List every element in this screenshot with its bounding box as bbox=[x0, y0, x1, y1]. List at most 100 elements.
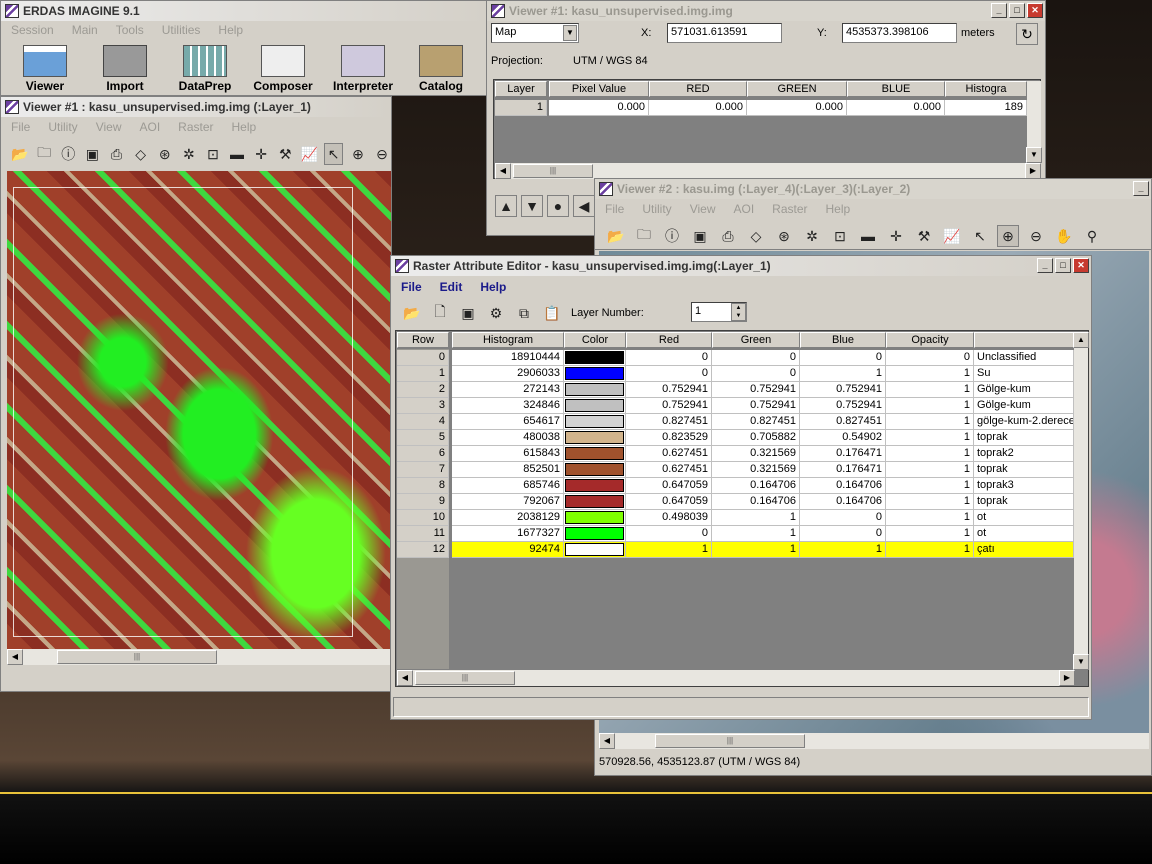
cell-color[interactable] bbox=[564, 446, 626, 462]
zoom-out-icon[interactable]: ⊖ bbox=[373, 143, 391, 165]
row-number[interactable]: 10 bbox=[397, 510, 449, 526]
cell-color[interactable] bbox=[564, 398, 626, 414]
cell-class-name[interactable]: toprak bbox=[974, 430, 1074, 446]
inquire-hscrollbar[interactable]: ◀ ||| ▶ bbox=[495, 163, 1041, 179]
color-swatch[interactable] bbox=[565, 463, 624, 476]
color-swatch[interactable] bbox=[565, 415, 624, 428]
v1-menu-utility[interactable]: Utility bbox=[48, 120, 77, 134]
cell-opacity[interactable]: 1 bbox=[886, 526, 974, 542]
scroll-thumb[interactable]: ||| bbox=[513, 164, 593, 178]
cell-histogram[interactable]: 324846 bbox=[452, 398, 564, 414]
row-number[interactable]: 8 bbox=[397, 478, 449, 494]
cell-class-name[interactable]: ot bbox=[974, 526, 1074, 542]
open-icon[interactable]: 📂 bbox=[605, 225, 627, 247]
cell-opacity[interactable]: 1 bbox=[886, 366, 974, 382]
cell-histogram[interactable]: 792067 bbox=[452, 494, 564, 510]
cell-red[interactable]: 1 bbox=[626, 542, 712, 558]
color-swatch[interactable] bbox=[565, 399, 624, 412]
cell-red[interactable]: 0.647059 bbox=[626, 478, 712, 494]
menu-main[interactable]: Main bbox=[72, 23, 98, 37]
import-button[interactable]: Import bbox=[89, 43, 161, 95]
cell-opacity[interactable]: 1 bbox=[886, 510, 974, 526]
v2-menu-file[interactable]: File bbox=[605, 202, 624, 216]
move-left-icon[interactable]: ◀ bbox=[573, 195, 595, 217]
color-swatch[interactable] bbox=[565, 351, 624, 364]
cell-green[interactable]: 0 bbox=[712, 350, 800, 366]
scroll-down-icon[interactable]: ▼ bbox=[1026, 147, 1042, 163]
cell-red[interactable]: 0.827451 bbox=[626, 414, 712, 430]
cell-green[interactable]: 0.164706 bbox=[712, 478, 800, 494]
cell-histogram[interactable]: 2906033 bbox=[452, 366, 564, 382]
cell-red[interactable]: 0.752941 bbox=[626, 398, 712, 414]
cell-red[interactable]: 0 bbox=[626, 366, 712, 382]
move-down-icon[interactable]: ▼ bbox=[521, 195, 543, 217]
cell-class-name[interactable]: Unclassified bbox=[974, 350, 1074, 366]
eraser-icon[interactable]: ◇ bbox=[132, 143, 150, 165]
cell-red[interactable]: 0 bbox=[626, 526, 712, 542]
open-icon[interactable]: 📂 bbox=[401, 302, 423, 324]
line-tool-icon[interactable]: ▬ bbox=[857, 225, 879, 247]
rae-close-button[interactable]: ✕ bbox=[1073, 258, 1089, 273]
color-swatch[interactable] bbox=[565, 431, 624, 444]
v1-menu-raster[interactable]: Raster bbox=[178, 120, 213, 134]
cell-opacity[interactable]: 0 bbox=[886, 350, 974, 366]
cell-blue[interactable]: 0 bbox=[800, 350, 886, 366]
inquire-close-button[interactable]: ✕ bbox=[1027, 3, 1043, 18]
cell-blue[interactable]: 0.752941 bbox=[800, 398, 886, 414]
cell-blue[interactable]: 0 bbox=[800, 510, 886, 526]
center-dot-icon[interactable]: ● bbox=[547, 195, 569, 217]
color-swatch[interactable] bbox=[565, 383, 624, 396]
scroll-thumb[interactable]: ||| bbox=[415, 671, 515, 685]
cell-green[interactable]: 0 bbox=[712, 366, 800, 382]
cell-red[interactable]: 0.627451 bbox=[626, 462, 712, 478]
cell-blue[interactable]: 1 bbox=[800, 366, 886, 382]
aoi-tool-icon[interactable]: ⊛ bbox=[156, 143, 174, 165]
cell-class-name[interactable]: toprak bbox=[974, 494, 1074, 510]
row-number[interactable]: 12 bbox=[397, 542, 449, 558]
viewer1-hscrollbar[interactable]: ◀ ||| bbox=[7, 649, 391, 665]
line-tool-icon[interactable]: ▬ bbox=[228, 143, 246, 165]
coord-type-select[interactable]: Map ▼ bbox=[491, 23, 579, 43]
cell-opacity[interactable]: 1 bbox=[886, 398, 974, 414]
crosshair-icon[interactable]: ✛ bbox=[252, 143, 270, 165]
print-icon[interactable]: ⎙ bbox=[717, 225, 739, 247]
cell-green[interactable]: 1 bbox=[712, 526, 800, 542]
hammer-icon[interactable]: ⚒ bbox=[276, 143, 294, 165]
composer-button[interactable]: Composer bbox=[247, 43, 319, 95]
viewer2-hscrollbar[interactable]: ◀ ||| bbox=[599, 733, 1149, 749]
rae-hscrollbar[interactable]: ◀ ||| ▶ bbox=[397, 670, 1075, 686]
print-icon[interactable]: ⎙ bbox=[107, 143, 125, 165]
catalog-button[interactable]: Catalog bbox=[405, 43, 477, 95]
v2-menu-help[interactable]: Help bbox=[826, 202, 851, 216]
cell-color[interactable] bbox=[564, 414, 626, 430]
cell-color[interactable] bbox=[564, 526, 626, 542]
cell-green[interactable]: 0.752941 bbox=[712, 382, 800, 398]
row-number[interactable]: 9 bbox=[397, 494, 449, 510]
rae-menu-edit[interactable]: Edit bbox=[440, 280, 463, 294]
row-number[interactable]: 7 bbox=[397, 462, 449, 478]
cell-blue[interactable]: 0.827451 bbox=[800, 414, 886, 430]
row-number[interactable]: 6 bbox=[397, 446, 449, 462]
color-swatch[interactable] bbox=[565, 447, 624, 460]
cell-blue[interactable]: 0.752941 bbox=[800, 382, 886, 398]
crosshair-icon[interactable]: ✛ bbox=[885, 225, 907, 247]
copy-icon[interactable]: ⧉ bbox=[513, 302, 535, 324]
save-icon[interactable]: ▣ bbox=[83, 143, 101, 165]
menu-session[interactable]: Session bbox=[11, 23, 54, 37]
cell-histogram[interactable]: 2038129 bbox=[452, 510, 564, 526]
zoom-in-icon[interactable]: ⊕ bbox=[349, 143, 367, 165]
open-layer-icon[interactable]: 🗀 bbox=[633, 225, 655, 247]
scroll-down-icon[interactable]: ▼ bbox=[1073, 654, 1089, 670]
v2-menu-utility[interactable]: Utility bbox=[642, 202, 671, 216]
cell-histogram[interactable]: 654617 bbox=[452, 414, 564, 430]
cell-class-name[interactable]: Su bbox=[974, 366, 1074, 382]
row-number[interactable]: 11 bbox=[397, 526, 449, 542]
zoom-in-icon[interactable]: ⊕ bbox=[997, 225, 1019, 247]
cell-color[interactable] bbox=[564, 366, 626, 382]
move-up-icon[interactable]: ▲ bbox=[495, 195, 517, 217]
v1-menu-file[interactable]: File bbox=[11, 120, 30, 134]
cell-color[interactable] bbox=[564, 542, 626, 558]
cell-red[interactable]: 0.823529 bbox=[626, 430, 712, 446]
inquire-cell-blue[interactable]: 0.000 bbox=[847, 100, 945, 116]
cell-green[interactable]: 0.321569 bbox=[712, 462, 800, 478]
